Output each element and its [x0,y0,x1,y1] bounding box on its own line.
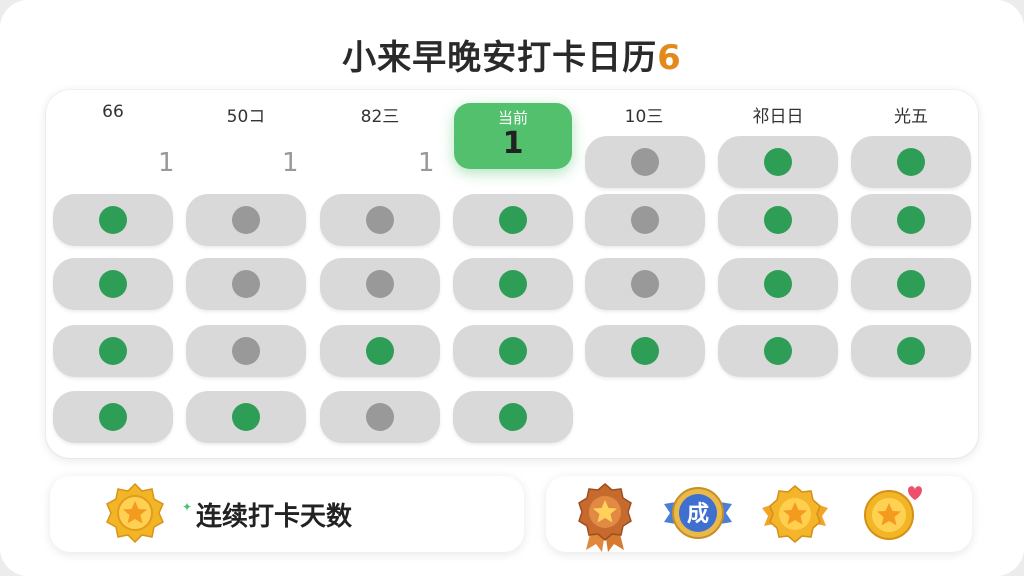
bronze-star-ribbon-medal-icon[interactable] [574,482,636,558]
checked-in-dot-icon [99,403,127,431]
calendar-day-cell[interactable] [851,136,971,188]
checked-in-dot-icon [99,206,127,234]
checked-in-dot-icon [897,206,925,234]
calendar-day-cell[interactable] [53,391,173,443]
missed-dot-icon [366,206,394,234]
calendar-day-cell[interactable] [851,325,971,377]
calendar-day-cell[interactable] [320,194,440,246]
calendar-day-cell[interactable] [320,258,440,310]
missed-dot-icon [232,270,260,298]
page-title: 小来早晚安打卡日历6 [0,30,1024,79]
calendar-day-cell[interactable] [453,194,573,246]
missed-dot-icon [232,206,260,234]
checked-in-dot-icon [499,270,527,298]
today-count: 1 [502,126,524,161]
checked-in-dot-icon [499,206,527,234]
calendar-day-cell[interactable] [186,194,306,246]
calendar-day-cell[interactable] [585,325,705,377]
checked-in-dot-icon [764,337,792,365]
checked-in-dot-icon [232,403,260,431]
streak-card: ✦ 连续打卡天数 [50,476,524,552]
checked-in-dot-icon [764,148,792,176]
calendar-day-cell[interactable] [320,325,440,377]
day-count-2: 1 [282,148,299,178]
column-header-1: 66 [102,102,124,122]
calendar-day-cell[interactable] [851,194,971,246]
calendar-day-cell[interactable] [585,194,705,246]
missed-dot-icon [366,403,394,431]
calendar-day-cell[interactable] [718,325,838,377]
calendar-day-cell[interactable] [186,391,306,443]
checked-in-dot-icon [499,403,527,431]
column-header-5: 10三 [624,107,664,127]
gold-star-badge-icon[interactable] [760,484,830,548]
checked-in-dot-icon [631,337,659,365]
sparkle-icon: ✦ [182,500,193,514]
calendar-day-cell[interactable] [453,325,573,377]
calendar-day-cell[interactable] [453,258,573,310]
badge-card: 成 [546,476,972,552]
checked-in-dot-icon [897,148,925,176]
calendar-day-cell[interactable] [53,325,173,377]
column-header-6: 祁日日 [752,107,804,127]
checked-in-dot-icon [99,270,127,298]
streak-label: 连续打卡天数 [196,502,353,532]
checked-in-dot-icon [499,337,527,365]
gold-star-medal-icon [104,482,166,548]
checked-in-dot-icon [764,206,792,234]
gold-star-heart-badge-icon[interactable] [862,482,924,548]
calendar-day-cell[interactable] [320,391,440,443]
today-label: 当前 [497,109,528,127]
title-text: 小来早晚安打卡日历 [342,38,658,78]
checked-in-dot-icon [897,270,925,298]
blue-achievement-badge-icon[interactable]: 成 [662,484,734,548]
calendar-day-cell[interactable] [718,136,838,188]
missed-dot-icon [366,270,394,298]
calendar-day-cell[interactable] [718,194,838,246]
calendar-day-cell[interactable] [53,258,173,310]
calendar-day-cell[interactable] [53,194,173,246]
day-count-3: 1 [418,148,435,178]
calendar-day-cell[interactable] [186,325,306,377]
checked-in-dot-icon [897,337,925,365]
missed-dot-icon [631,148,659,176]
missed-dot-icon [631,270,659,298]
calendar-day-cell[interactable] [453,391,573,443]
column-header-3: 82三 [360,107,400,127]
calendar-day-cell[interactable] [851,258,971,310]
column-header-7: 光五 [894,107,928,127]
calendar-day-cell[interactable] [585,136,705,188]
missed-dot-icon [631,206,659,234]
column-header-2: 50コ [226,107,266,127]
title-suffix: 6 [657,38,682,78]
checked-in-dot-icon [99,337,127,365]
day-count-1: 1 [158,148,175,178]
calendar-day-cell[interactable] [186,258,306,310]
badge-text: 成 [687,502,709,527]
calendar-day-cell[interactable] [585,258,705,310]
today-column-header[interactable]: 当前 1 [454,103,572,169]
calendar-day-cell[interactable] [718,258,838,310]
checked-in-dot-icon [366,337,394,365]
missed-dot-icon [232,337,260,365]
checked-in-dot-icon [764,270,792,298]
